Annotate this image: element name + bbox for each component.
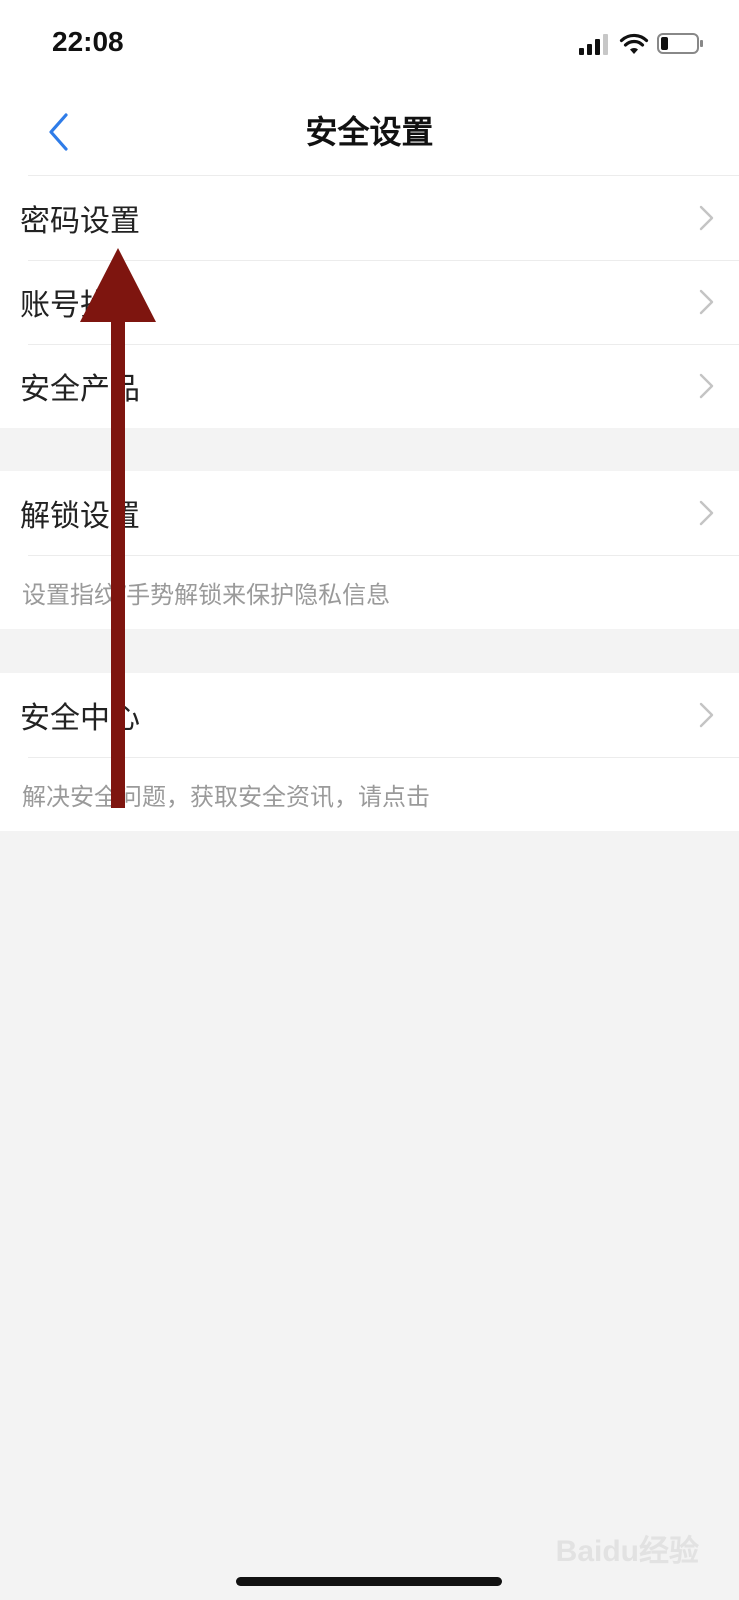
chevron-right-icon (699, 500, 714, 526)
divider (28, 555, 739, 556)
row-label: 解锁设置 (20, 499, 140, 534)
status-time: 22:08 (52, 26, 124, 57)
status-icons (579, 33, 703, 55)
settings-group-security-center: 安全中心 解决安全问题，获取安全资讯，请点击 (0, 673, 739, 831)
settings-row-account-recovery[interactable]: 账号找回 (0, 260, 739, 344)
divider (28, 344, 739, 345)
divider (28, 260, 739, 261)
row-description: 解决安全问题，获取安全资讯，请点击 (0, 757, 739, 831)
row-label: 账号找回 (20, 288, 140, 323)
chevron-right-icon (699, 373, 714, 399)
row-label: 安全中心 (20, 701, 140, 736)
row-label: 密码设置 (20, 204, 140, 239)
wifi-icon (619, 33, 649, 54)
settings-group-unlock: 解锁设置 设置指纹/手势解锁来保护隐私信息 (0, 471, 739, 629)
settings-row-unlock[interactable]: 解锁设置 (0, 471, 739, 555)
page-title: 安全设置 (305, 113, 434, 151)
battery-icon (657, 33, 703, 54)
chevron-right-icon (699, 205, 714, 231)
status-bar: 22:08 (0, 0, 739, 88)
watermark: Baidu经验 (555, 1535, 699, 1568)
description-text: 设置指纹/手势解锁来保护隐私信息 (22, 580, 391, 609)
settings-row-password[interactable]: 密码设置 (0, 176, 739, 260)
row-description: 设置指纹/手势解锁来保护隐私信息 (0, 555, 739, 629)
nav-bar: 安全设置 (0, 88, 739, 176)
settings-row-security-products[interactable]: 安全产品 (0, 344, 739, 428)
settings-group-account: 密码设置 账号找回 安全产品 (0, 176, 739, 428)
chevron-right-icon (699, 289, 714, 315)
row-label: 安全产品 (20, 372, 140, 407)
description-text: 解决安全问题，获取安全资讯，请点击 (22, 782, 430, 811)
home-indicator (236, 1577, 502, 1586)
settings-row-security-center[interactable]: 安全中心 (0, 673, 739, 757)
chevron-right-icon (699, 702, 714, 728)
signal-icon (579, 34, 608, 55)
divider (28, 757, 739, 758)
